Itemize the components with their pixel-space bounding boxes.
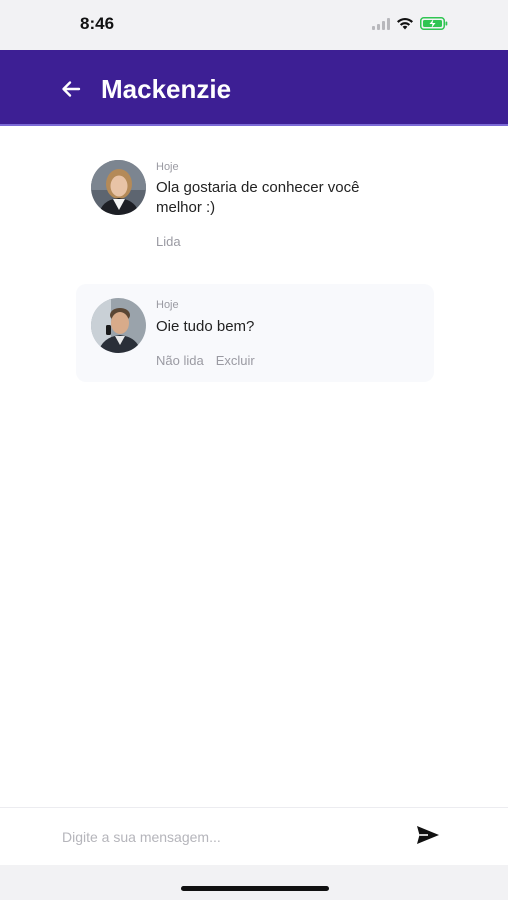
- status-time: 8:46: [80, 14, 115, 33]
- send-button[interactable]: [415, 824, 445, 850]
- message-input[interactable]: [62, 824, 382, 850]
- message-actions: Lida: [156, 234, 181, 249]
- avatar: [91, 160, 146, 215]
- delete-button[interactable]: Excluir: [216, 353, 255, 368]
- message-day: Hoje: [156, 161, 179, 173]
- message-text: Ola gostaria de conhecer você melhor :): [156, 179, 360, 216]
- wifi-icon: [397, 17, 413, 30]
- bottom-area: [0, 865, 508, 900]
- status-bar: 8:46: [0, 0, 508, 50]
- app-header: Mackenzie: [0, 50, 508, 126]
- battery-charging-icon: [420, 17, 448, 30]
- woman-avatar: [91, 160, 146, 215]
- status-icons: [372, 17, 448, 30]
- page-title: Mackenzie: [101, 74, 232, 104]
- home-indicator[interactable]: [181, 886, 329, 891]
- avatar: [91, 298, 146, 353]
- message-item[interactable]: Hoje Oie tudo bem? Não lida Excluir: [76, 284, 434, 382]
- unread-status[interactable]: Não lida: [156, 353, 204, 368]
- send-icon: [417, 826, 439, 844]
- back-button[interactable]: [56, 74, 86, 104]
- man-avatar: [91, 298, 146, 353]
- message-text: Oie tudo bem?: [156, 318, 255, 335]
- arrow-left-icon: [62, 81, 81, 97]
- message-composer: [0, 807, 508, 865]
- message-day: Hoje: [156, 299, 179, 311]
- message-actions: Não lida Excluir: [156, 353, 255, 368]
- read-status[interactable]: Lida: [156, 234, 181, 249]
- signal-icon: [372, 17, 390, 30]
- message-item[interactable]: Hoje Ola gostaria de conhecer você melho…: [76, 148, 434, 256]
